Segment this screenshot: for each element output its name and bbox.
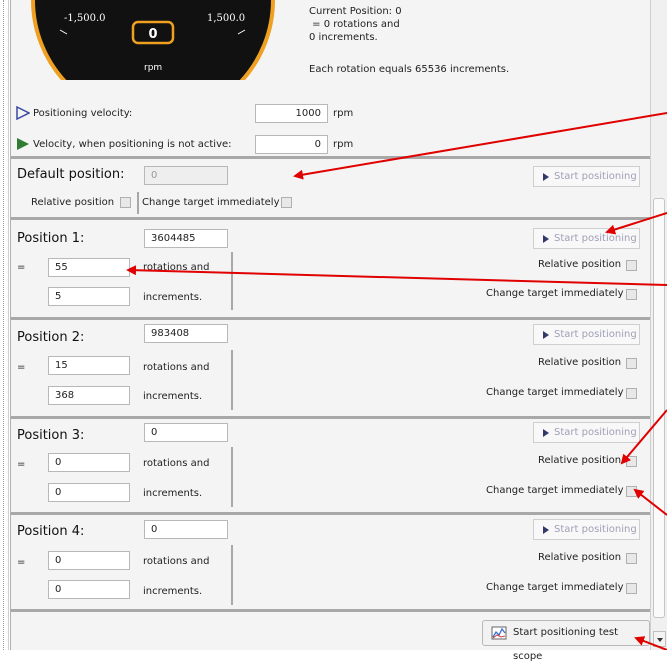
annotation-arrow (634, 636, 667, 650)
annotation-arrow (126, 265, 667, 286)
annotation-arrow (293, 112, 667, 180)
annotation-arrow (605, 212, 667, 235)
annotation-arrow (633, 488, 667, 516)
annotation-arrows (126, 112, 667, 650)
annotation-arrow (620, 409, 667, 465)
